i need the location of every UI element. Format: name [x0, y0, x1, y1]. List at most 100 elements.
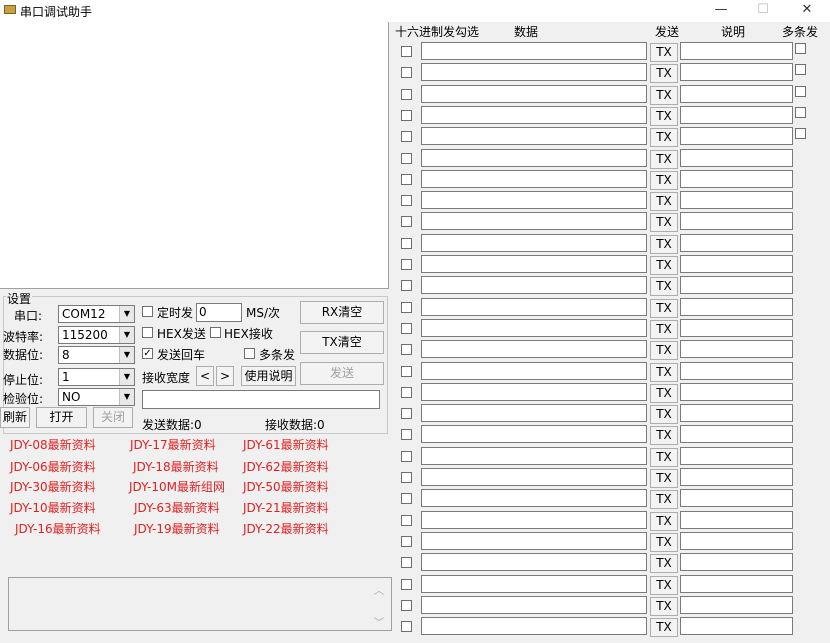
send-newline-checkbox[interactable]: ✓ [142, 348, 153, 359]
row-tx-button[interactable]: TX [650, 426, 678, 446]
row-tx-button[interactable]: TX [650, 149, 678, 169]
row-multi-checkbox[interactable] [795, 128, 806, 140]
hex-recv-checkbox[interactable] [210, 327, 221, 338]
row-data-input[interactable] [421, 617, 647, 636]
row-description-input[interactable] [680, 233, 793, 252]
row-description-input[interactable] [680, 212, 793, 231]
row-description-input[interactable] [680, 148, 793, 167]
row-tx-button[interactable]: TX [650, 319, 678, 339]
row-tx-button[interactable]: TX [650, 362, 678, 382]
baud-select[interactable]: 115200 ▼ [58, 326, 135, 344]
row-data-input[interactable] [421, 255, 647, 273]
row-data-input[interactable] [421, 468, 647, 486]
timer-send-checkbox[interactable] [142, 306, 153, 317]
row-tx-button[interactable]: TX [650, 128, 678, 148]
receive-textarea[interactable] [0, 22, 389, 289]
row-description-input[interactable] [680, 276, 793, 295]
row-description-input[interactable] [680, 84, 793, 103]
row-data-input[interactable] [421, 531, 647, 550]
link-jdy-62[interactable]: JDY-62最新资料 [243, 458, 329, 475]
row-data-input[interactable] [421, 318, 647, 337]
row-tx-button[interactable]: TX [650, 192, 678, 212]
row-hex-checkbox[interactable] [401, 493, 412, 505]
row-description-input[interactable] [680, 574, 793, 593]
row-data-input[interactable] [421, 574, 647, 593]
row-description-input[interactable] [680, 318, 793, 337]
link-jdy-30[interactable]: JDY-30最新资料 [10, 478, 96, 495]
usage-button[interactable]: 使用说明 [241, 366, 296, 386]
timer-interval-input[interactable]: 0 [196, 303, 242, 322]
link-jdy-06[interactable]: JDY-06最新资料 [10, 458, 96, 475]
row-data-input[interactable] [421, 425, 647, 444]
hex-send-checkbox[interactable] [142, 327, 153, 338]
open-button[interactable]: 打开 [36, 407, 87, 428]
row-tx-button[interactable]: TX [650, 511, 678, 531]
row-hex-checkbox[interactable] [401, 237, 412, 249]
row-hex-checkbox[interactable] [401, 152, 412, 164]
row-hex-checkbox[interactable] [401, 131, 412, 143]
minimize-icon[interactable]: — [706, 0, 736, 20]
row-tx-button[interactable]: TX [650, 447, 678, 467]
link-jdy-22[interactable]: JDY-22最新资料 [243, 520, 329, 537]
row-tx-button[interactable]: TX [650, 234, 678, 254]
link-jdy-10[interactable]: JDY-10最新资料 [10, 499, 96, 516]
row-hex-checkbox[interactable] [401, 621, 412, 633]
row-data-input[interactable] [421, 404, 647, 423]
row-tx-button[interactable]: TX [650, 405, 678, 425]
row-hex-checkbox[interactable] [401, 259, 412, 270]
row-tx-button[interactable]: TX [650, 64, 678, 84]
row-data-input[interactable] [421, 233, 647, 252]
row-tx-button[interactable]: TX [650, 170, 678, 190]
width-decrease-button[interactable]: < [196, 366, 214, 386]
row-description-input[interactable] [680, 63, 793, 82]
link-jdy-10m[interactable]: JDY-10M最新组网 [129, 478, 225, 495]
row-data-input[interactable] [421, 105, 647, 124]
row-data-input[interactable] [421, 595, 647, 614]
row-hex-checkbox[interactable] [401, 88, 412, 100]
row-description-input[interactable] [680, 510, 793, 529]
row-hex-checkbox[interactable] [401, 514, 412, 526]
row-description-input[interactable] [680, 531, 793, 550]
close-icon[interactable]: ✕ [792, 0, 822, 20]
row-description-input[interactable] [680, 595, 793, 614]
parity-select[interactable]: NO ▼ [58, 388, 135, 406]
port-select[interactable]: COM12 ▼ [58, 305, 135, 323]
row-data-input[interactable] [421, 340, 647, 359]
row-tx-button[interactable]: TX [650, 532, 678, 552]
scroll-down-icon[interactable]: ﹀ [372, 614, 386, 629]
row-data-input[interactable] [421, 127, 647, 146]
log-textarea[interactable] [8, 577, 392, 631]
row-hex-checkbox[interactable] [401, 344, 412, 356]
send-input[interactable] [142, 390, 380, 409]
row-description-input[interactable] [680, 468, 793, 486]
row-description-input[interactable] [680, 42, 793, 60]
row-data-input[interactable] [421, 297, 647, 316]
row-description-input[interactable] [680, 446, 793, 465]
row-description-input[interactable] [680, 255, 793, 273]
row-data-input[interactable] [421, 382, 647, 401]
row-hex-checkbox[interactable] [401, 429, 412, 441]
row-description-input[interactable] [680, 105, 793, 124]
row-data-input[interactable] [421, 191, 647, 210]
row-description-input[interactable] [680, 404, 793, 423]
row-hex-checkbox[interactable] [401, 450, 412, 462]
link-jdy-18[interactable]: JDY-18最新资料 [133, 458, 219, 475]
row-hex-checkbox[interactable] [401, 557, 412, 569]
row-hex-checkbox[interactable] [401, 173, 412, 185]
row-tx-button[interactable]: TX [650, 43, 678, 62]
link-jdy-63[interactable]: JDY-63最新资料 [134, 499, 220, 516]
row-description-input[interactable] [680, 489, 793, 508]
tx-clear-button[interactable]: TX清空 [300, 331, 384, 354]
row-hex-checkbox[interactable] [401, 195, 412, 207]
row-multi-checkbox[interactable] [795, 106, 806, 118]
multi-send-checkbox[interactable] [244, 348, 255, 359]
row-hex-checkbox[interactable] [401, 386, 412, 398]
scroll-up-icon[interactable]: ︿ [372, 582, 386, 597]
row-multi-checkbox[interactable] [795, 43, 806, 54]
row-data-input[interactable] [421, 510, 647, 529]
row-hex-checkbox[interactable] [401, 365, 412, 377]
send-button[interactable]: 发送 [300, 362, 384, 385]
row-tx-button[interactable]: TX [650, 277, 678, 297]
link-jdy-21[interactable]: JDY-21最新资料 [243, 499, 329, 516]
row-hex-checkbox[interactable] [401, 216, 412, 228]
